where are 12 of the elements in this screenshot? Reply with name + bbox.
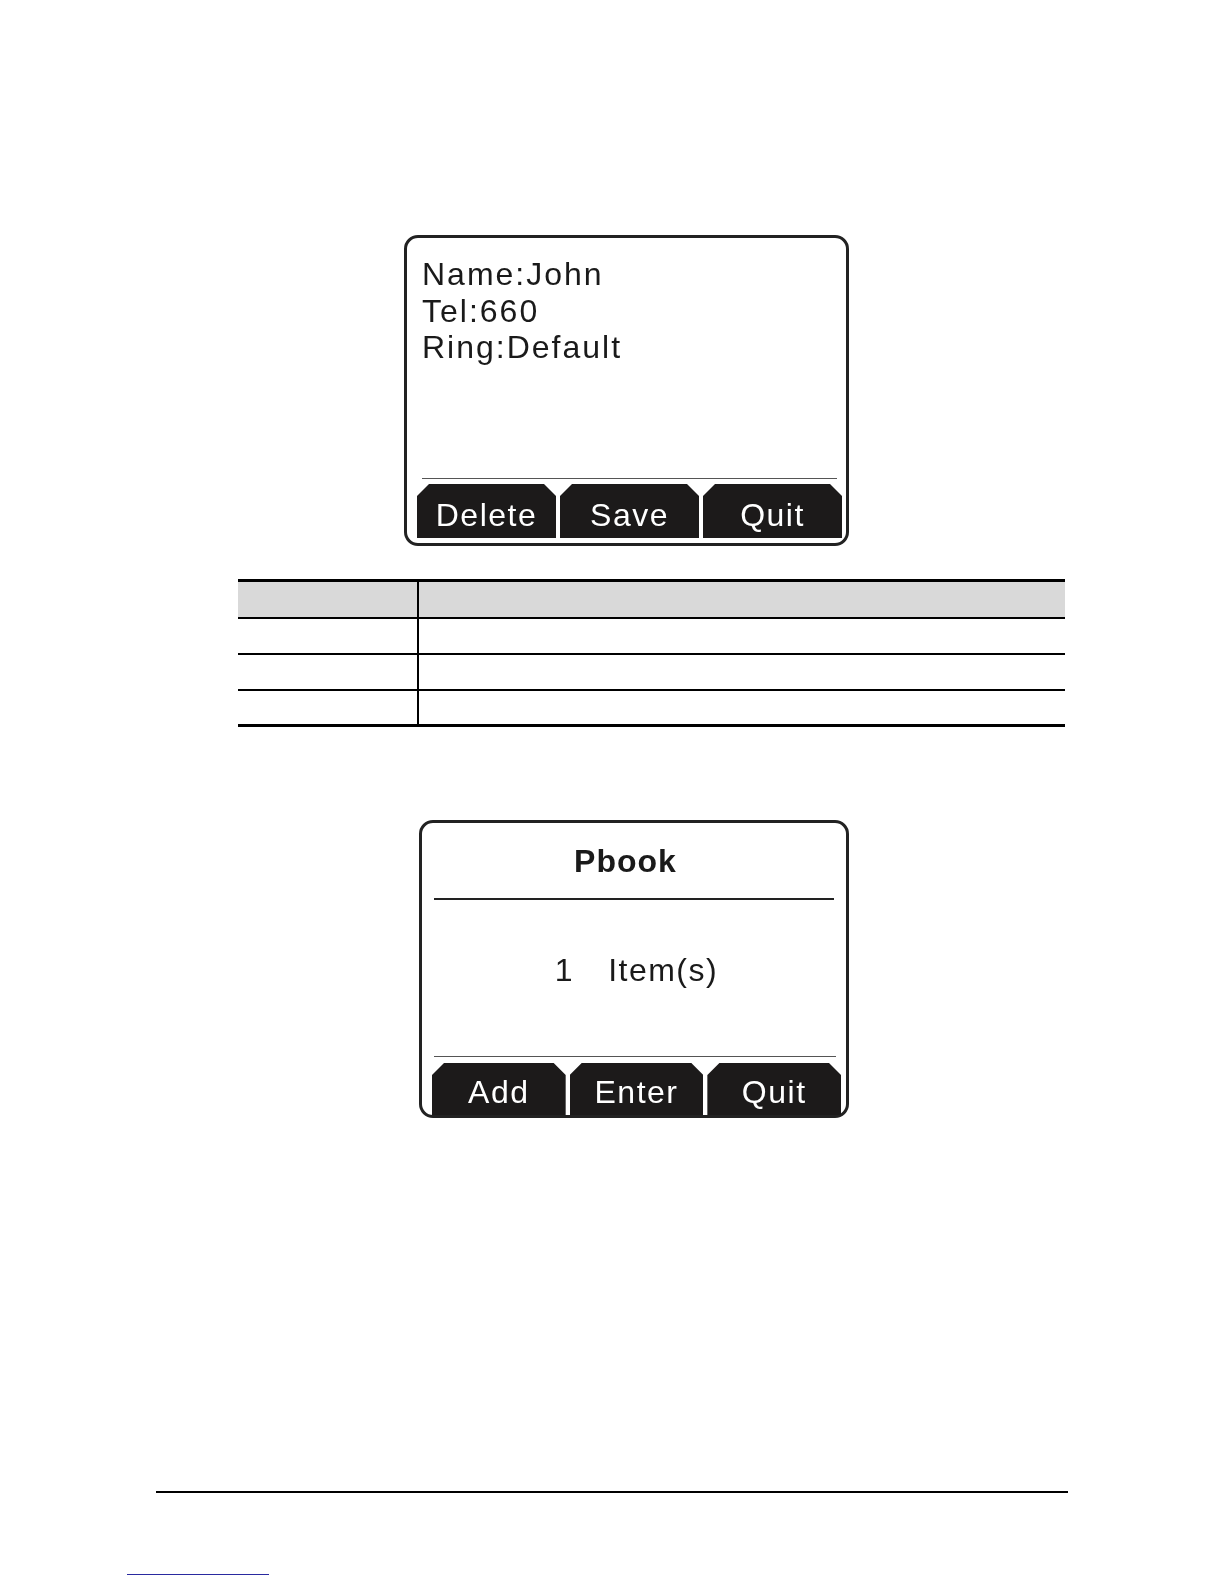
softkey-button[interactable]: Enter: [569, 1063, 704, 1115]
contact-detail-text: Ring:Default: [422, 329, 624, 366]
softkey-button[interactable]: Save: [560, 484, 699, 538]
softkey-button[interactable]: Delete: [417, 484, 556, 538]
softkey-button[interactable]: Quit: [707, 1063, 841, 1115]
screen-title: Pbook: [574, 843, 677, 879]
item-label: Item(s): [608, 952, 719, 988]
softkey-button[interactable]: Add: [432, 1063, 566, 1115]
contact-detail-text: Tel:660: [422, 292, 541, 329]
softkey-button[interactable]: Quit: [703, 484, 842, 538]
item-count: 1: [554, 952, 575, 988]
contact-detail-text: Name:John: [422, 256, 605, 293]
